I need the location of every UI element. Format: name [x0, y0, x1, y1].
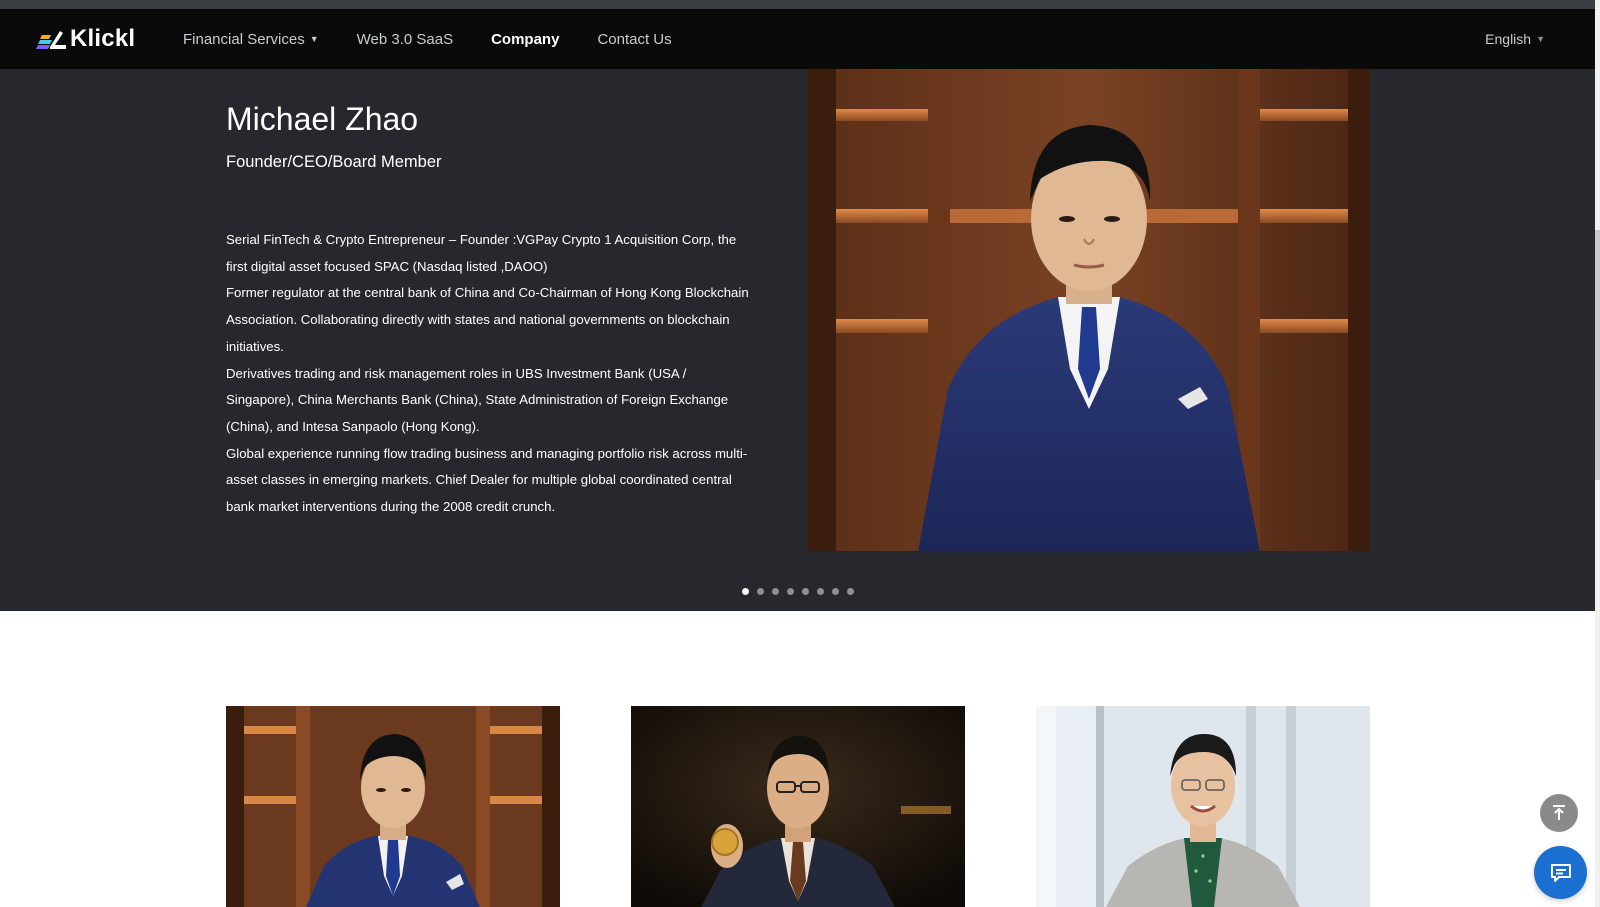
bio-paragraph: Derivatives trading and risk management …: [226, 365, 729, 434]
carousel-dot[interactable]: [787, 588, 794, 595]
nav-item-financial-services[interactable]: Financial Services ▼: [183, 31, 319, 48]
carousel-dot[interactable]: [832, 588, 839, 595]
portrait-image: [808, 69, 1370, 551]
bio-paragraph: Serial FinTech & Crypto Entrepreneur – F…: [226, 232, 737, 274]
team-card-photo[interactable]: [1036, 706, 1370, 907]
portrait-image: [1036, 706, 1370, 907]
top-strip: [0, 0, 1600, 9]
chat-bubble-icon: [1550, 863, 1571, 882]
nav-item-label: Company: [491, 30, 560, 48]
carousel-dot[interactable]: [817, 588, 824, 595]
language-label: English: [1485, 31, 1532, 47]
nav-item-label: Contact Us: [597, 30, 672, 48]
main-nav: Financial Services ▼ Web 3.0 SaaS Compan…: [183, 9, 710, 69]
nav-item-web3-saas[interactable]: Web 3.0 SaaS: [357, 31, 453, 48]
language-selector[interactable]: English ▼: [1485, 9, 1545, 69]
carousel-dot[interactable]: [757, 588, 764, 595]
chat-button[interactable]: [1534, 846, 1587, 899]
team-card-photo[interactable]: [631, 706, 965, 907]
page: Klickl Financial Services ▼ Web 3.0 SaaS…: [0, 0, 1600, 907]
nav-item-label: Financial Services: [183, 30, 305, 48]
brand-name: Klickl: [70, 25, 136, 52]
team-card-photo[interactable]: [226, 706, 560, 907]
nav-item-company[interactable]: Company: [491, 31, 559, 48]
bio-paragraph: Global experience running flow trading b…: [226, 445, 748, 515]
portrait-image: [226, 706, 560, 907]
nav-item-contact-us[interactable]: Contact Us: [597, 31, 671, 48]
logo[interactable]: Klickl: [36, 21, 135, 57]
carousel-dot[interactable]: [772, 588, 779, 595]
carousel-dots: [742, 588, 862, 595]
navbar: Klickl Financial Services ▼ Web 3.0 SaaS…: [0, 9, 1595, 69]
member-photo: [808, 69, 1370, 551]
caret-down-icon: ▼: [309, 34, 319, 44]
portrait-image: [631, 706, 965, 907]
member-bio: Serial FinTech & Crypto Entrepreneur – F…: [226, 227, 754, 521]
team-hero-carousel: Michael Zhao Founder/CEO/Board Member Se…: [0, 69, 1595, 611]
member-name: Michael Zhao: [226, 101, 419, 137]
carousel-dot[interactable]: [847, 588, 854, 595]
klickl-logo-icon: [36, 31, 66, 49]
carousel-dot[interactable]: [802, 588, 809, 595]
scrollbar-thumb[interactable]: [1595, 230, 1600, 480]
bio-paragraph: Former regulator at the central bank of …: [226, 285, 749, 354]
arrow-up-to-line-icon: [1553, 805, 1565, 820]
carousel-dot[interactable]: [742, 588, 749, 595]
member-role: Founder/CEO/Board Member: [226, 153, 442, 171]
back-to-top-button[interactable]: [1540, 794, 1578, 832]
caret-down-icon: ▼: [1536, 34, 1545, 44]
nav-item-label: Web 3.0 SaaS: [356, 30, 454, 48]
